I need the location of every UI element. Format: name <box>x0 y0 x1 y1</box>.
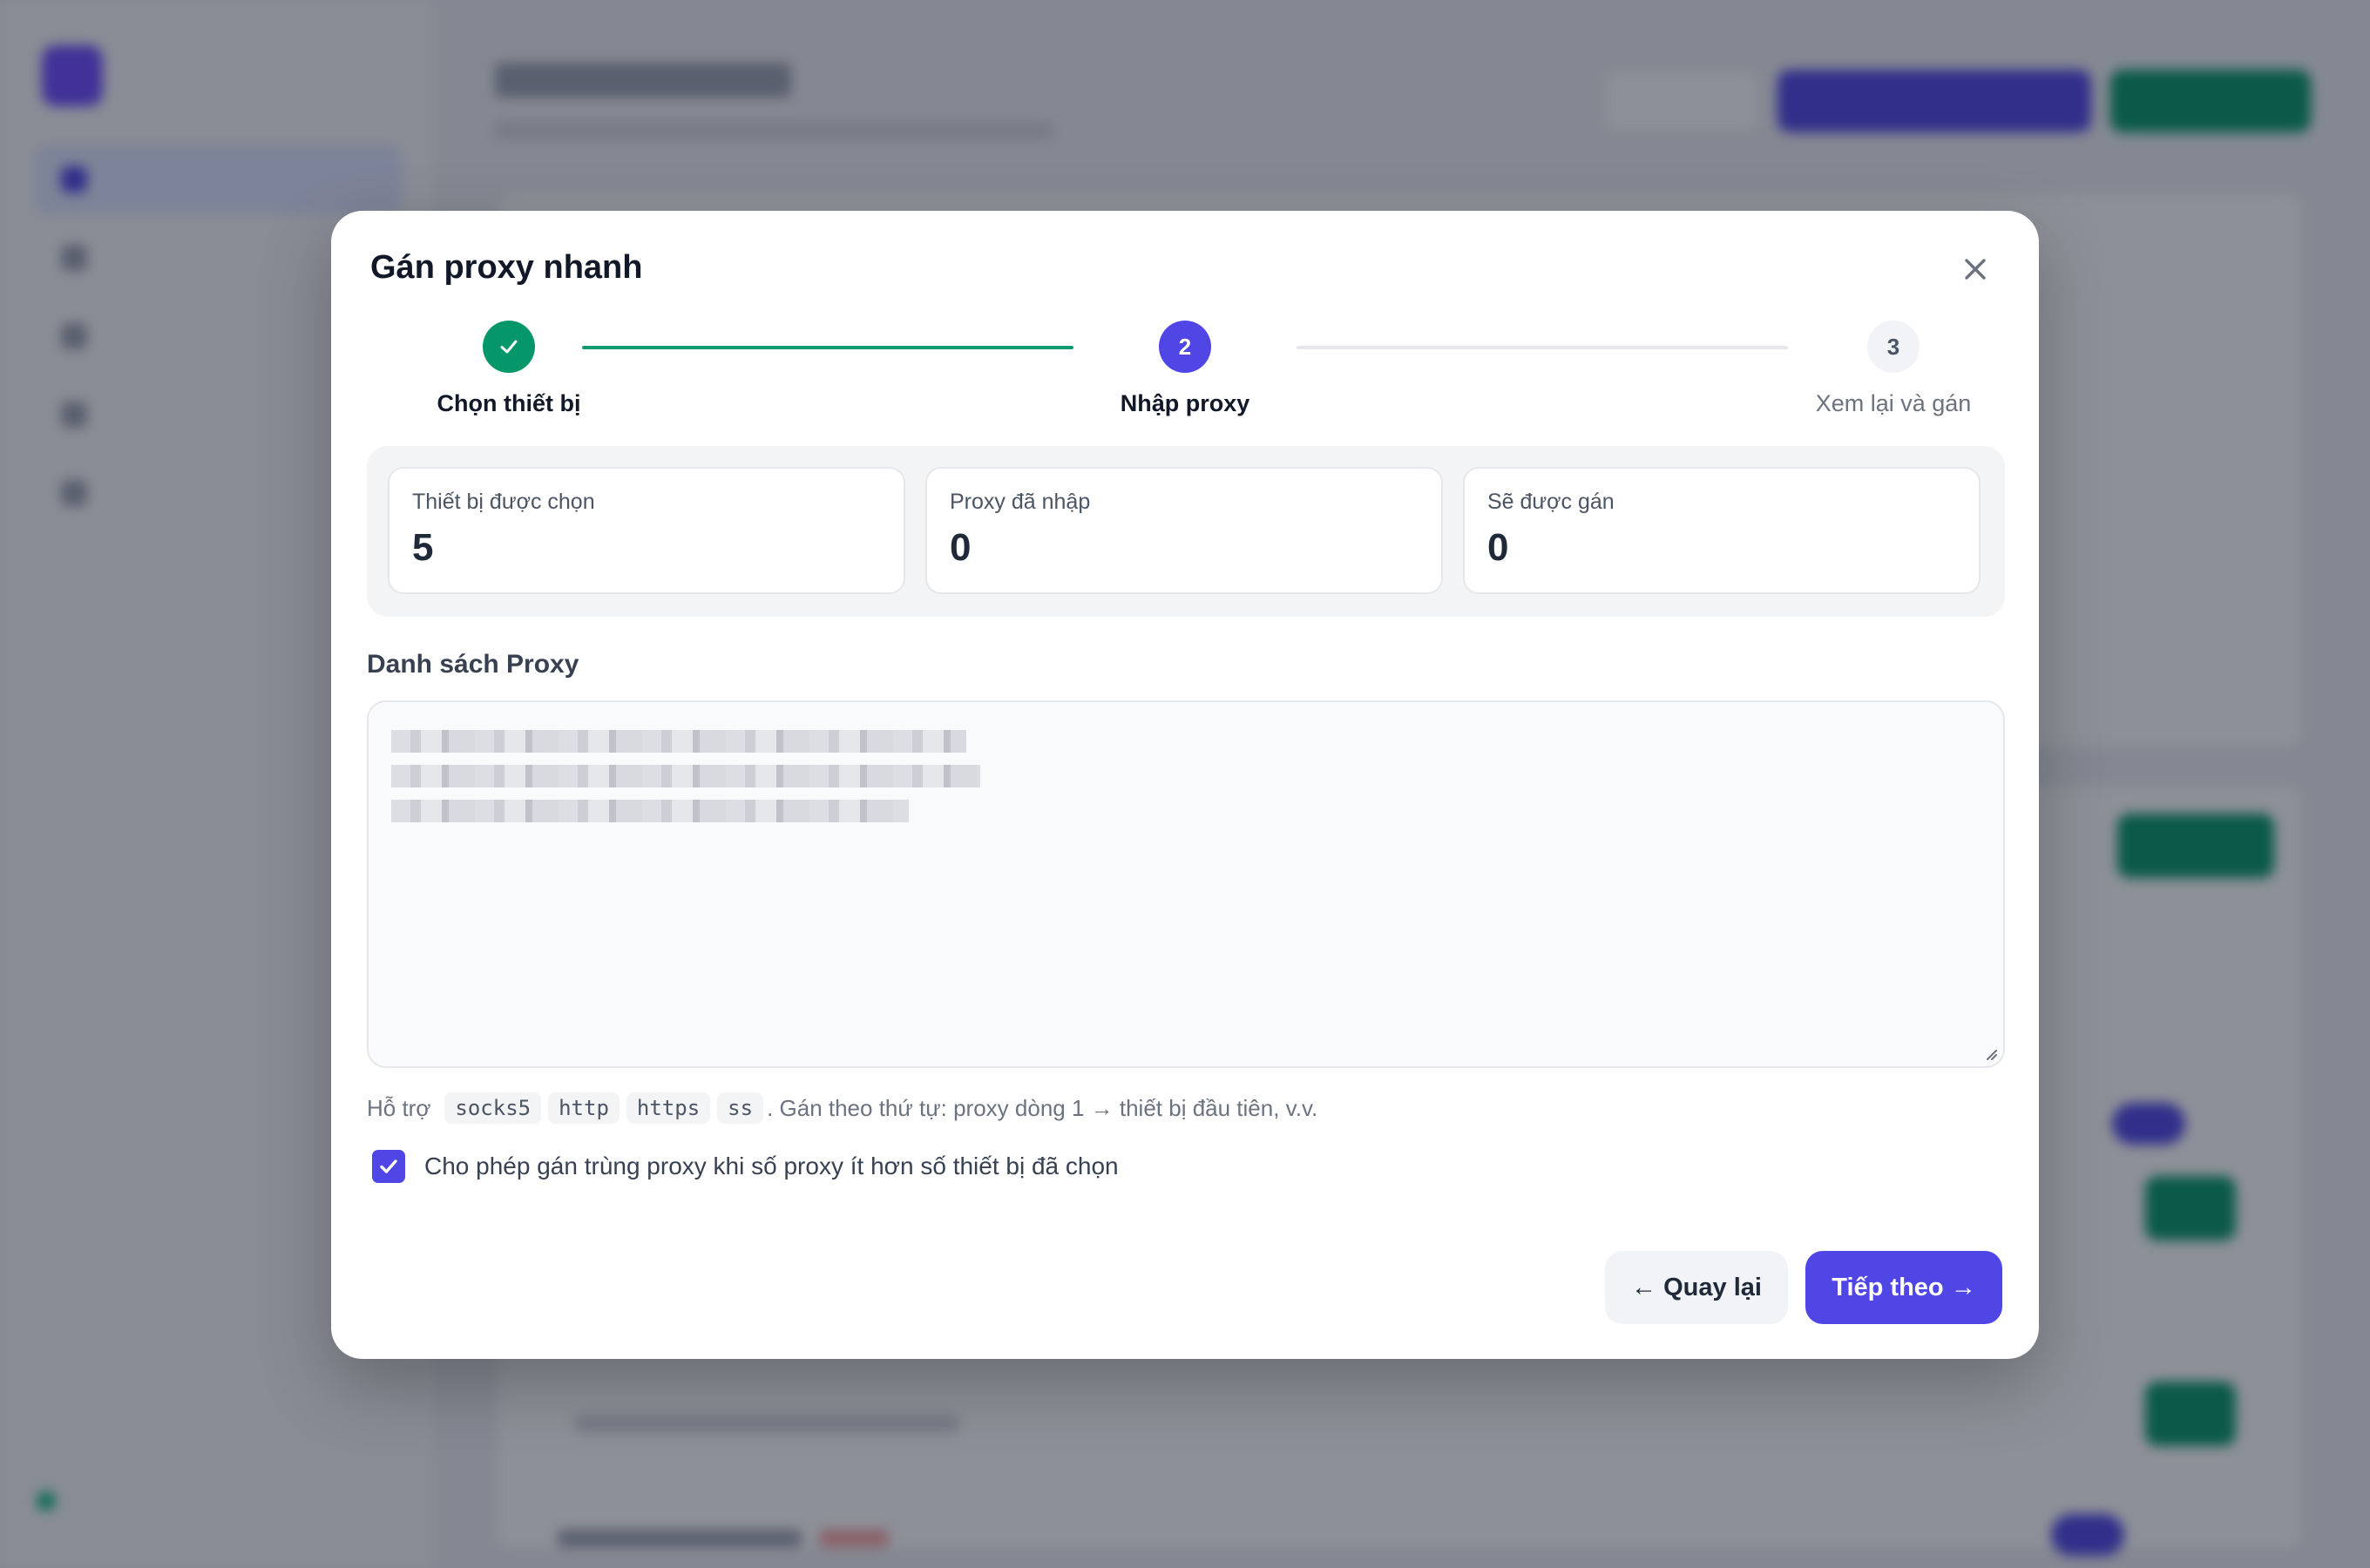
step-enter-proxy: 2 Nhập proxy <box>1098 321 1272 417</box>
proxy-list-field[interactable] <box>367 700 2005 1068</box>
close-button[interactable] <box>1955 249 1995 289</box>
protocol-chip-socks5: socks5 <box>444 1092 542 1124</box>
close-icon <box>1965 259 1986 280</box>
proxy-list-textarea[interactable] <box>369 702 2003 1066</box>
supported-protocols-hint: Hỗ trợ socks5 http https ss . Gán theo t… <box>367 1092 1317 1124</box>
step-number: 2 <box>1159 321 1211 373</box>
checkmark-icon <box>380 1159 397 1173</box>
stats-panel: Thiết bị được chọn 5 Proxy đã nhập 0 Sẽ … <box>367 446 2005 617</box>
step-select-devices: Chọn thiết bị <box>404 321 613 417</box>
stat-label: Thiết bị được chọn <box>412 490 595 514</box>
stat-value: 0 <box>1487 526 1509 569</box>
resize-handle-icon[interactable] <box>1982 1045 1998 1061</box>
hint-prefix: Hỗ trợ <box>367 1094 431 1121</box>
proxy-list-label: Danh sách Proxy <box>367 650 579 679</box>
allow-duplicate-checkbox[interactable] <box>372 1150 405 1183</box>
stat-value: 0 <box>950 526 972 569</box>
step-review-assign: 3 Xem lại và gán <box>1806 321 1981 417</box>
hint-suffix: . Gán theo thứ tự: proxy dòng 1 → thiết … <box>767 1094 1318 1121</box>
protocol-chip-https: https <box>626 1092 711 1124</box>
back-button[interactable]: ← Quay lại <box>1605 1251 1788 1324</box>
quick-assign-proxy-modal: Gán proxy nhanh Chọn thiết bị 2 Nhập pro… <box>331 211 2039 1359</box>
stat-selected-devices: Thiết bị được chọn 5 <box>388 467 905 594</box>
allow-duplicate-option[interactable]: Cho phép gán trùng proxy khi số proxy ít… <box>372 1150 1119 1183</box>
stat-to-be-assigned: Sẽ được gán 0 <box>1463 467 1981 594</box>
protocol-chip-http: http <box>548 1092 620 1124</box>
stat-value: 5 <box>412 526 434 569</box>
step-label: Chọn thiết bị <box>437 390 581 416</box>
step-number: 3 <box>1867 321 1920 373</box>
stat-label: Sẽ được gán <box>1487 490 1615 514</box>
step-label: Xem lại và gán <box>1815 390 1972 416</box>
protocol-chip-ss: ss <box>717 1092 764 1124</box>
allow-duplicate-label[interactable]: Cho phép gán trùng proxy khi số proxy ít… <box>424 1152 1119 1180</box>
stat-label: Proxy đã nhập <box>950 490 1091 514</box>
check-icon <box>500 340 518 354</box>
step-done-circle <box>483 321 535 373</box>
step-connector-pending <box>1297 346 1788 349</box>
next-button[interactable]: Tiếp theo → <box>1805 1251 2002 1324</box>
step-connector-complete <box>582 346 1073 349</box>
stat-entered-proxies: Proxy đã nhập 0 <box>925 467 1443 594</box>
modal-title: Gán proxy nhanh <box>370 249 643 286</box>
step-label: Nhập proxy <box>1120 390 1250 416</box>
